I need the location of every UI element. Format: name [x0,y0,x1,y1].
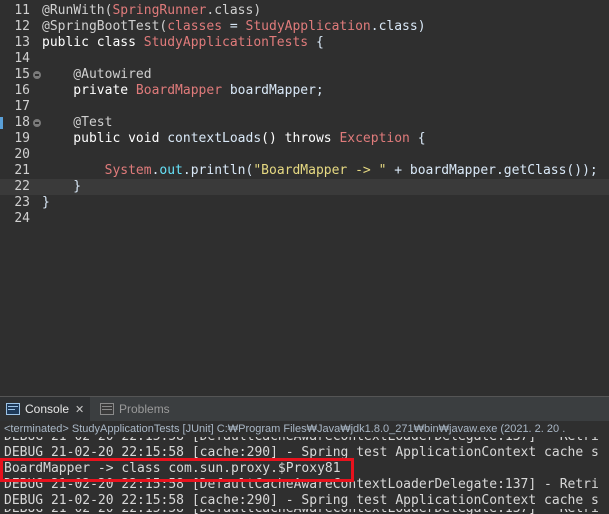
code-token: @Autowired [42,67,152,82]
tab-console-label: Console [25,402,70,416]
code-token: SpringRunner [112,3,207,18]
code-token: @RunWith( [42,3,113,18]
problems-icon [100,399,114,415]
code-line[interactable]: 19 public void contextLoads() throws Exc… [0,131,609,147]
line-number: 16 [14,83,30,98]
code-token: @SpringBootTest( [42,19,168,34]
code-token: StudyApplication [245,19,371,34]
code-token: public void [42,131,168,146]
code-line[interactable]: 14 [0,51,609,67]
console-line-text: DEBUG 21-02-20 22:15:58 [DefaultCacheAwa… [4,477,599,492]
code-token: Exception [339,131,410,146]
line-number: 18 [14,115,30,130]
console-line-text: DEBUG 21-02-20 22:15:58 [DefaultCacheAwa… [4,509,599,514]
code-token: public class [42,35,144,50]
code-text: private BoardMapper boardMapper; [42,83,324,99]
code-line[interactable]: 16 private BoardMapper boardMapper; [0,83,609,99]
code-token: () throws [261,131,340,146]
code-token: + boardMapper.getClass()); [386,163,598,178]
line-number: 17 [14,99,30,114]
code-text: public void contextLoads() throws Except… [42,131,426,147]
tab-console[interactable]: Console ✕ [0,397,91,422]
code-token: boardMapper; [222,83,324,98]
console-line: DEBUG 21-02-20 22:15:58 [cache:290] - Sp… [0,493,609,509]
line-number: 12 [14,19,30,34]
console-tab-bar: Console ✕ Problems [0,396,609,421]
code-token: .println( [182,163,254,178]
code-line[interactable]: 20 [0,147,609,163]
code-text: public class StudyApplicationTests { [42,35,324,51]
code-token: @Test [42,115,113,130]
code-line[interactable]: 12 @SpringBootTest(classes = StudyApplica… [0,19,609,35]
console-status-text: <terminated> StudyApplicationTests [JUni… [0,421,609,437]
line-number: 19 [14,131,30,146]
line-number: 23 [14,195,30,210]
code-text: } [42,179,81,195]
code-text: @Test [42,115,112,131]
line-number: 13 [14,35,30,50]
console-line-text: DEBUG 21-02-20 22:15:58 [cache:290] - Sp… [4,445,599,460]
console-line: DEBUG 21-02-20 22:15:58 [DefaultCacheAwa… [0,437,609,445]
code-token: { [308,35,324,50]
code-line[interactable]: 15 @Autowired [0,67,609,83]
code-token: } [42,179,82,194]
code-token: "BoardMapper -> " [253,163,387,178]
line-number: 21 [14,163,30,178]
code-line[interactable]: 23} [0,195,609,211]
fold-collapse-icon[interactable] [33,119,41,127]
code-text: System.out.println("BoardMapper -> " + b… [42,163,598,179]
line-number: 20 [14,147,30,162]
line-number: 11 [14,3,30,18]
line-number: 15 [14,67,30,82]
code-token: } [42,195,50,210]
code-token: classes [167,19,223,34]
line-number: 14 [14,51,30,66]
line-number: 22 [14,179,30,194]
code-text: @SpringBootTest(classes = StudyApplicati… [42,19,426,35]
code-line[interactable]: 11 @RunWith(SpringRunner.class) [0,3,609,19]
code-line[interactable]: 22 } [0,179,609,195]
tab-problems[interactable]: Problems [100,397,170,421]
code-token: BoardMapper [135,83,223,98]
code-line[interactable]: 24 [0,211,609,227]
console-line-text: BoardMapper -> class com.sun.proxy.$Prox… [4,461,341,476]
code-token: StudyApplicationTests [143,35,309,50]
code-line[interactable]: 18 @Test [0,115,609,131]
line-number: 24 [14,211,30,226]
code-line[interactable]: 21 System.out.println("BoardMapper -> " … [0,163,609,179]
close-icon[interactable]: ✕ [75,398,84,422]
console-line-text: DEBUG 21-02-20 22:15:58 [DefaultCacheAwa… [4,437,599,444]
console-line: DEBUG 21-02-20 22:15:58 [cache:290] - Sp… [0,445,609,461]
console-line: DEBUG 21-02-20 22:15:58 [DefaultCacheAwa… [0,477,609,493]
code-editor[interactable]: 11 @RunWith(SpringRunner.class) 12 @SpringB… [0,0,609,396]
console-output[interactable]: DEBUG 21-02-20 22:15:58 [DefaultCacheAwa… [0,437,609,514]
code-text: @RunWith(SpringRunner.class) [42,3,261,19]
code-token: contextLoads [167,131,262,146]
code-token: { [409,131,426,146]
console-line: DEBUG 21-02-20 22:15:58 [DefaultCacheAwa… [0,509,609,514]
code-token: System [42,163,152,178]
code-line[interactable]: 13 public class StudyApplicationTests { [0,35,609,51]
code-token: = [222,19,246,34]
code-token: out [159,163,183,178]
tab-problems-label: Problems [119,402,170,416]
console-line-highlighted: BoardMapper -> class com.sun.proxy.$Prox… [0,461,609,477]
code-text: @Autowired [42,67,152,83]
console-icon [6,399,20,415]
code-token: .class) [370,19,426,34]
code-token: .class) [206,3,262,18]
console-line-text: DEBUG 21-02-20 22:15:58 [cache:290] - Sp… [4,493,599,508]
code-token: private [42,83,136,98]
fold-collapse-icon[interactable] [33,71,41,79]
code-line[interactable]: 17 [0,99,609,115]
code-text: } [42,195,50,211]
